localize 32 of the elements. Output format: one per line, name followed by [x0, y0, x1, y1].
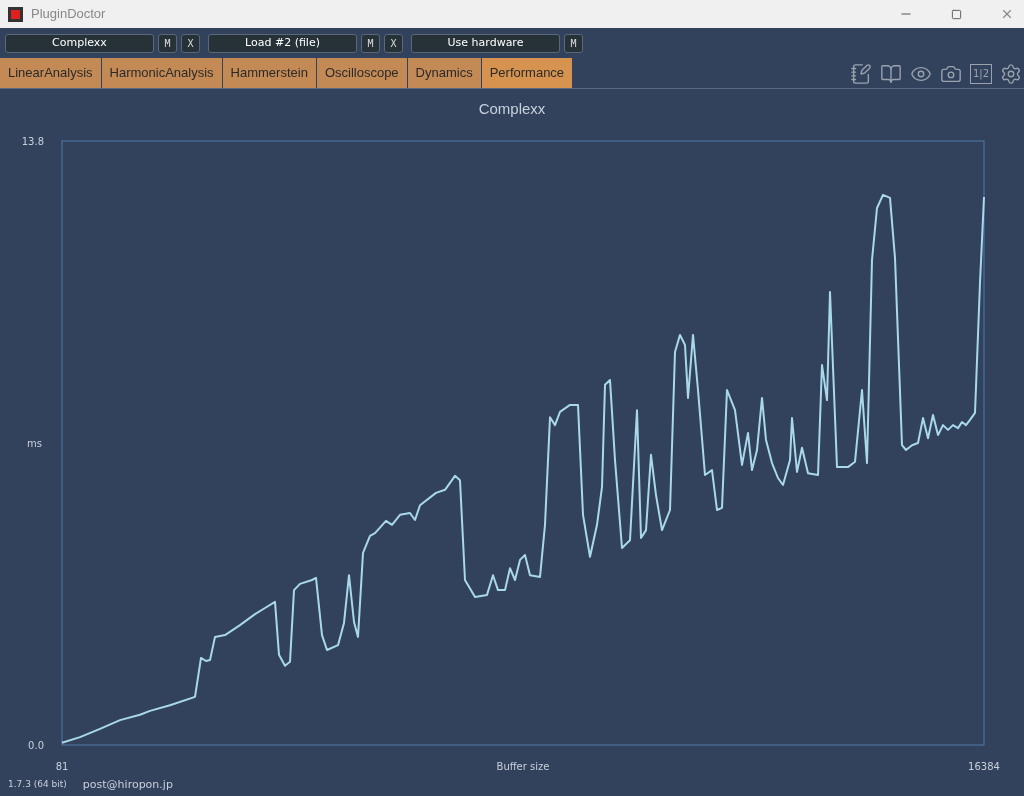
- x-tick-label: 81: [55, 761, 69, 772]
- camera-icon[interactable]: [939, 63, 962, 85]
- analysis-tab[interactable]: Hammerstein: [222, 58, 317, 88]
- close-icon[interactable]: [1000, 7, 1014, 21]
- analysis-tab[interactable]: Performance: [481, 58, 574, 88]
- book-icon[interactable]: [879, 63, 902, 85]
- chart-title: Complexx: [478, 99, 546, 120]
- maximize-icon[interactable]: [951, 8, 962, 20]
- x-axis-label: Buffer size: [496, 761, 550, 772]
- analysis-tab[interactable]: HarmonicAnalysis: [101, 58, 223, 88]
- analysis-tab[interactable]: LinearAnalysis: [0, 58, 102, 88]
- analysis-tab[interactable]: Dynamics: [407, 58, 482, 88]
- x-tick-label: 16384: [968, 761, 1000, 772]
- slot-toggle-button[interactable]: M: [158, 33, 177, 53]
- y-tick-label: 0.0: [28, 740, 44, 751]
- analysis-tab[interactable]: Oscilloscope: [316, 58, 408, 88]
- notes-icon[interactable]: [849, 63, 872, 85]
- window-title: PluginDoctor: [31, 5, 106, 24]
- y-tick-label: 13.8: [21, 136, 44, 147]
- email-text: post@hiropon.jp: [82, 776, 173, 793]
- slot-toggle-button[interactable]: M: [564, 33, 583, 53]
- y-axis-label: ms: [27, 438, 42, 449]
- settings-icon[interactable]: [1000, 63, 1022, 85]
- app-icon: [8, 6, 23, 22]
- plugin-slot-button[interactable]: Load #2 (file): [208, 33, 357, 53]
- plugin-slot-button[interactable]: Complexx: [5, 33, 154, 53]
- version-text: 1.7.3 (64 bit): [8, 778, 67, 792]
- slot-toggle-button[interactable]: X: [384, 33, 403, 53]
- plugin-slot-button[interactable]: Use hardware: [411, 33, 560, 53]
- compare-button[interactable]: 1|2: [969, 64, 992, 84]
- slot-toggle-button[interactable]: X: [181, 33, 200, 53]
- slot-toggle-button[interactable]: M: [361, 33, 380, 53]
